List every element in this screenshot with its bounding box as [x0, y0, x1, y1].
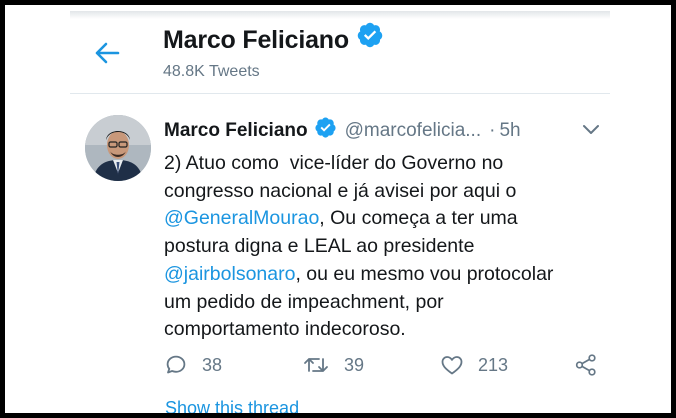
tweet-time[interactable]: 5h	[499, 120, 520, 141]
back-arrow-icon[interactable]	[94, 41, 120, 65]
mention-link[interactable]: @GeneralMourao	[164, 207, 319, 229]
tweet-text-line: 2) Atuo como vice-líder do Governo no	[164, 152, 504, 174]
tweet-text-fragment: , Ou começa a ter uma	[319, 207, 518, 230]
retweet-icon	[304, 358, 328, 372]
mention-link[interactable]: @jairbolsonaro	[164, 263, 295, 285]
like-count: 213	[478, 354, 509, 375]
frame-bottom-border	[5, 413, 676, 417]
tweet[interactable]: Marco Feliciano @marcofelicia... · 5h 2) A…	[70, 109, 610, 413]
page-title: Marco Feliciano	[163, 21, 384, 59]
author-handle[interactable]: @marcofelicia...	[345, 120, 482, 141]
like-icon	[441, 356, 463, 375]
reply-icon	[166, 355, 186, 374]
separator-dot: ·	[489, 120, 496, 142]
avatar[interactable]	[85, 115, 151, 181]
tweet-text-line: um pedido de impeachment, por	[164, 290, 444, 313]
reply-count: 38	[202, 354, 223, 375]
reply-button[interactable]: 38	[164, 350, 222, 380]
tweet-actions: 38 39 213	[164, 350, 604, 380]
tweet-count: 48.8K Tweets	[163, 63, 260, 80]
like-button[interactable]: 213	[440, 350, 508, 380]
share-button[interactable]	[574, 350, 598, 380]
header-divider	[70, 93, 610, 94]
tweet-text-line: postura digna e LEAL ao presidente	[164, 235, 475, 258]
retweet-button[interactable]: 39	[302, 350, 364, 380]
share-icon	[575, 354, 596, 376]
tweet-text-line: congresso nacional e já avisei por aqui …	[164, 179, 517, 202]
show-thread-link[interactable]: Show this thread	[165, 398, 299, 413]
profile-header: Marco Feliciano 48.8K Tweets	[70, 11, 610, 93]
author-name[interactable]: Marco Feliciano	[164, 120, 308, 141]
chevron-down-icon[interactable]	[582, 123, 600, 137]
tweet-text-line: @jairbolsonaro, ou eu mesmo vou protocol…	[164, 261, 604, 289]
tweet-text-line: @GeneralMourao, Ou começa a ter uma	[164, 205, 604, 233]
header-shadow	[70, 11, 610, 19]
retweet-count: 39	[344, 354, 365, 375]
tweet-header: Marco Feliciano @marcofelicia... · 5h	[164, 116, 604, 146]
screenshot-frame: Marco Feliciano 48.8K Tweets Marco Felic…	[0, 0, 676, 418]
tweet-text: 2) Atuo como vice-líder do Governo no co…	[164, 150, 604, 344]
verified-icon	[356, 21, 384, 56]
tweet-text-line: comportamento indecoroso.	[164, 318, 406, 341]
tweet-text-fragment: , ou eu mesmo vou protocolar	[295, 262, 554, 285]
profile-name: Marco Feliciano	[163, 26, 349, 55]
verified-icon	[314, 116, 337, 144]
